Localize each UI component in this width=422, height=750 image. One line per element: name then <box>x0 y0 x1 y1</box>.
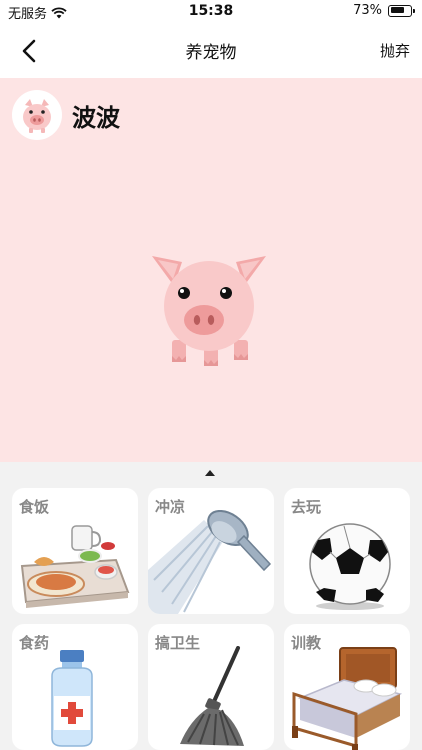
play-card[interactable]: 去玩 <box>284 488 410 614</box>
pig-snout <box>184 305 224 335</box>
medicine-bottle-icon <box>51 650 93 747</box>
abandon-button[interactable]: 抛弃 <box>380 40 410 61</box>
pet-name: 波波 <box>72 104 120 132</box>
bed-icon <box>292 647 403 750</box>
nav-bar: 养宠物 抛弃 <box>0 24 422 78</box>
actions-panel: 食饭 冲凉 去玩 食药 搞卫生 训教 <box>0 462 422 750</box>
pet-avatar[interactable] <box>12 90 62 140</box>
battery-level <box>390 7 404 13</box>
caret-up-icon[interactable] <box>205 470 215 476</box>
pig-avatar-icon <box>23 99 51 133</box>
train-card[interactable]: 训教 <box>284 624 410 750</box>
pig-pet[interactable] <box>146 248 272 374</box>
battery-icon <box>388 4 415 17</box>
medicine-card[interactable]: 食药 <box>12 624 138 750</box>
action-grid: 食饭 冲凉 去玩 食药 搞卫生 训教 <box>12 488 410 750</box>
shower-card[interactable]: 冲凉 <box>148 488 274 614</box>
feed-card[interactable]: 食饭 <box>12 488 138 614</box>
battery-percent: 73% <box>353 3 382 18</box>
shower-head-icon <box>148 510 272 614</box>
pig-left-eye <box>178 287 190 299</box>
page-title: 养宠物 <box>185 43 237 63</box>
soccer-ball-icon <box>309 523 391 610</box>
food-tray-icon <box>20 525 130 608</box>
clean-card[interactable]: 搞卫生 <box>148 624 274 750</box>
pet-stage: 波波 <box>0 78 422 462</box>
mop-icon <box>180 646 244 746</box>
pig-right-eye <box>220 287 232 299</box>
status-bar: 无服务 15:38 73% <box>0 0 422 24</box>
status-right: 73% <box>353 3 415 18</box>
